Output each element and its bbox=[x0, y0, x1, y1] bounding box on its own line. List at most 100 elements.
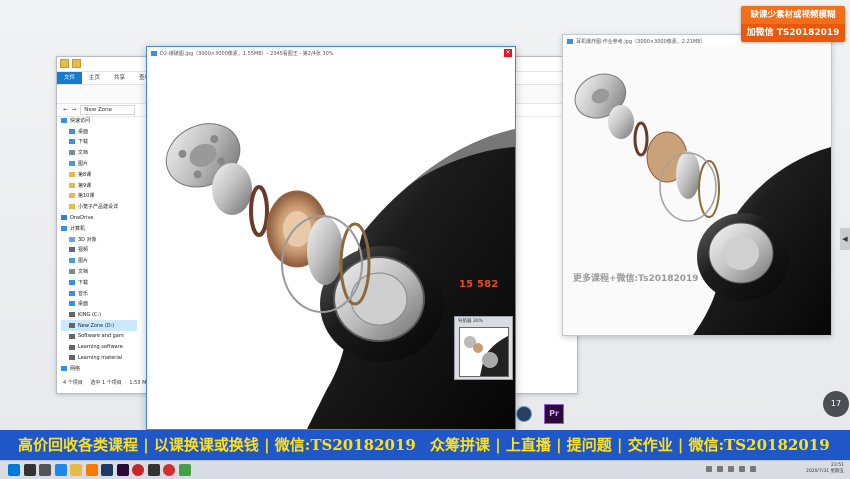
sidebar-item[interactable]: 图片 bbox=[61, 158, 137, 169]
sidebar-item[interactable]: 3D 对象 bbox=[61, 234, 137, 245]
sidebar-item-label: 音乐 bbox=[78, 290, 89, 297]
status-bar: 4 个项目 选中 1 个项目 1.53 MB bbox=[63, 379, 156, 386]
sidebar-item[interactable]: 桌面 bbox=[61, 299, 137, 310]
sidebar-item-label: 第8课 bbox=[78, 171, 92, 178]
sidebar-item[interactable]: 快速访问 bbox=[61, 115, 137, 126]
lr-icon[interactable] bbox=[147, 464, 160, 476]
sidebar-item[interactable]: New Zone (D:) bbox=[61, 320, 137, 331]
taskbar: 23:51 2020/7/31 星期五 bbox=[0, 460, 850, 479]
explorer-icon[interactable] bbox=[70, 464, 82, 476]
sidebar-item-label: KING (C:) bbox=[78, 311, 102, 318]
folder-icon bbox=[69, 204, 75, 210]
computer-icon bbox=[61, 225, 67, 231]
sidebar-item[interactable]: 第9课 bbox=[61, 180, 137, 191]
download-icon bbox=[69, 279, 75, 285]
sidebar-item-label: 视频 bbox=[78, 247, 89, 254]
record-icon[interactable] bbox=[132, 464, 144, 476]
sidebar-item[interactable]: 第8课 bbox=[61, 169, 137, 180]
drive-icon bbox=[69, 323, 75, 329]
promo-line-2: 加微信 TS20182019 bbox=[741, 24, 845, 42]
sidebar-item-label: 下载 bbox=[78, 139, 89, 146]
navigator-title: 导航器 30% bbox=[458, 319, 483, 324]
tray-icon[interactable] bbox=[750, 466, 756, 472]
photoshop-dock-icon[interactable] bbox=[516, 406, 532, 422]
sidebar-item-label: 桌面 bbox=[78, 301, 89, 308]
sidebar-item-label: 下载 bbox=[78, 279, 89, 286]
tray-icon[interactable] bbox=[717, 466, 723, 472]
sidebar-item[interactable]: Learning software bbox=[61, 342, 137, 353]
sidebar-item[interactable]: 下载 bbox=[61, 277, 137, 288]
tray-icon[interactable] bbox=[728, 466, 734, 472]
task-view-icon[interactable] bbox=[39, 464, 51, 476]
drive-icon bbox=[69, 333, 75, 339]
tab-home[interactable]: 主页 bbox=[82, 72, 107, 84]
search-icon[interactable] bbox=[23, 464, 36, 476]
app-green-icon[interactable] bbox=[178, 464, 191, 476]
premiere-dock-icon[interactable]: Pr bbox=[544, 404, 564, 424]
promo-line-1: 缺课少素材或视频模糊 bbox=[741, 6, 845, 24]
sidebar-item-label: 快速访问 bbox=[70, 117, 91, 124]
sidebar-item[interactable]: 图片 bbox=[61, 255, 137, 266]
photoshop-icon[interactable] bbox=[101, 464, 113, 476]
image-viewer-window-2[interactable]: 耳机爆炸图-作业参考.jpg（3000×3000像素，2.21MB） 更多课程+… bbox=[562, 34, 832, 336]
sidebar-item[interactable]: Learning material bbox=[61, 353, 137, 364]
watermark-text: 更多课程+微信:Ts20182019 bbox=[573, 274, 699, 284]
sidebar-item-label: New Zone (D:) bbox=[78, 322, 115, 329]
picture-icon bbox=[69, 161, 75, 167]
sidebar-item-label: 网络 bbox=[70, 366, 81, 373]
netease-icon[interactable] bbox=[163, 464, 175, 476]
navigator-panel[interactable]: 导航器 30% bbox=[454, 316, 513, 380]
side-collapse-arrow-icon[interactable]: ◀ bbox=[840, 228, 850, 250]
sidebar-item-label: 文档 bbox=[78, 269, 89, 276]
desktop-icon bbox=[69, 128, 75, 134]
folder-icon bbox=[69, 182, 75, 188]
tray-icon[interactable] bbox=[739, 466, 745, 472]
arrow-left-icon[interactable]: ← bbox=[63, 107, 68, 113]
close-icon[interactable]: ✕ bbox=[504, 49, 512, 57]
system-tray bbox=[706, 466, 756, 472]
tray-icon[interactable] bbox=[706, 466, 712, 472]
viewer1-title: D2-爆破图.jpg（3000×3000像素，1.55MB）- 2345看图王 … bbox=[160, 50, 334, 57]
sidebar-item-label: 桌面 bbox=[78, 128, 89, 135]
folder-icon bbox=[60, 59, 69, 68]
windows-icon[interactable] bbox=[8, 464, 20, 476]
clock[interactable]: 23:51 2020/7/31 星期五 bbox=[806, 463, 844, 475]
edge-icon[interactable] bbox=[54, 464, 67, 476]
promo-badge: 缺课少素材或视频模糊 加微信 TS20182019 bbox=[741, 6, 845, 42]
sidebar-item[interactable]: 文档 bbox=[61, 266, 137, 277]
video-icon bbox=[69, 247, 75, 253]
cube-icon bbox=[69, 236, 75, 242]
zoom-indicator[interactable]: 17 bbox=[823, 391, 849, 417]
cloud-icon bbox=[61, 215, 67, 221]
viewer1-titlebar[interactable]: D2-爆破图.jpg（3000×3000像素，1.55MB）- 2345看图王 … bbox=[147, 47, 515, 59]
sidebar-item[interactable]: 桌面 bbox=[61, 126, 137, 137]
sidebar-item[interactable]: 网络 bbox=[61, 363, 137, 374]
sidebar-item-label: 图片 bbox=[78, 161, 89, 168]
navigator-thumbnail[interactable] bbox=[459, 327, 509, 377]
tab-file[interactable]: 文件 bbox=[57, 72, 83, 84]
sidebar-item[interactable]: 第10课 bbox=[61, 191, 137, 202]
sidebar-item[interactable]: 文档 bbox=[61, 147, 137, 158]
overlay-phone-number: 15 582 bbox=[459, 279, 499, 290]
drive-icon bbox=[69, 344, 75, 350]
sidebar-item[interactable]: 小笼子产品建设详 bbox=[61, 201, 137, 212]
app-orange-icon[interactable] bbox=[85, 464, 98, 476]
navigation-pane: 快速访问 桌面 下载 文档 图片 第8课 第9课 第10课 小笼子产品建设详 OneDrive 计算… bbox=[61, 115, 137, 374]
tab-share[interactable]: 共享 bbox=[107, 72, 132, 84]
folder-icon bbox=[72, 59, 81, 68]
sidebar-item[interactable]: KING (C:) bbox=[61, 309, 137, 320]
sidebar-item[interactable]: Software and gam bbox=[61, 331, 137, 342]
music-icon bbox=[69, 290, 75, 296]
network-icon bbox=[61, 366, 67, 372]
headphone-reference-image bbox=[563, 47, 831, 335]
premiere-icon[interactable] bbox=[116, 464, 129, 476]
folder-icon bbox=[69, 171, 75, 177]
sidebar-item[interactable]: 音乐 bbox=[61, 288, 137, 299]
sidebar-item[interactable]: 视频 bbox=[61, 245, 137, 256]
address-box[interactable]: New Zone bbox=[80, 105, 136, 115]
sidebar-item[interactable]: 下载 bbox=[61, 137, 137, 148]
sidebar-item[interactable]: OneDrive bbox=[61, 212, 137, 223]
sidebar-item[interactable]: 计算机 bbox=[61, 223, 137, 234]
arrow-right-icon[interactable]: → bbox=[72, 107, 77, 113]
sidebar-item-label: 第9课 bbox=[78, 182, 92, 189]
